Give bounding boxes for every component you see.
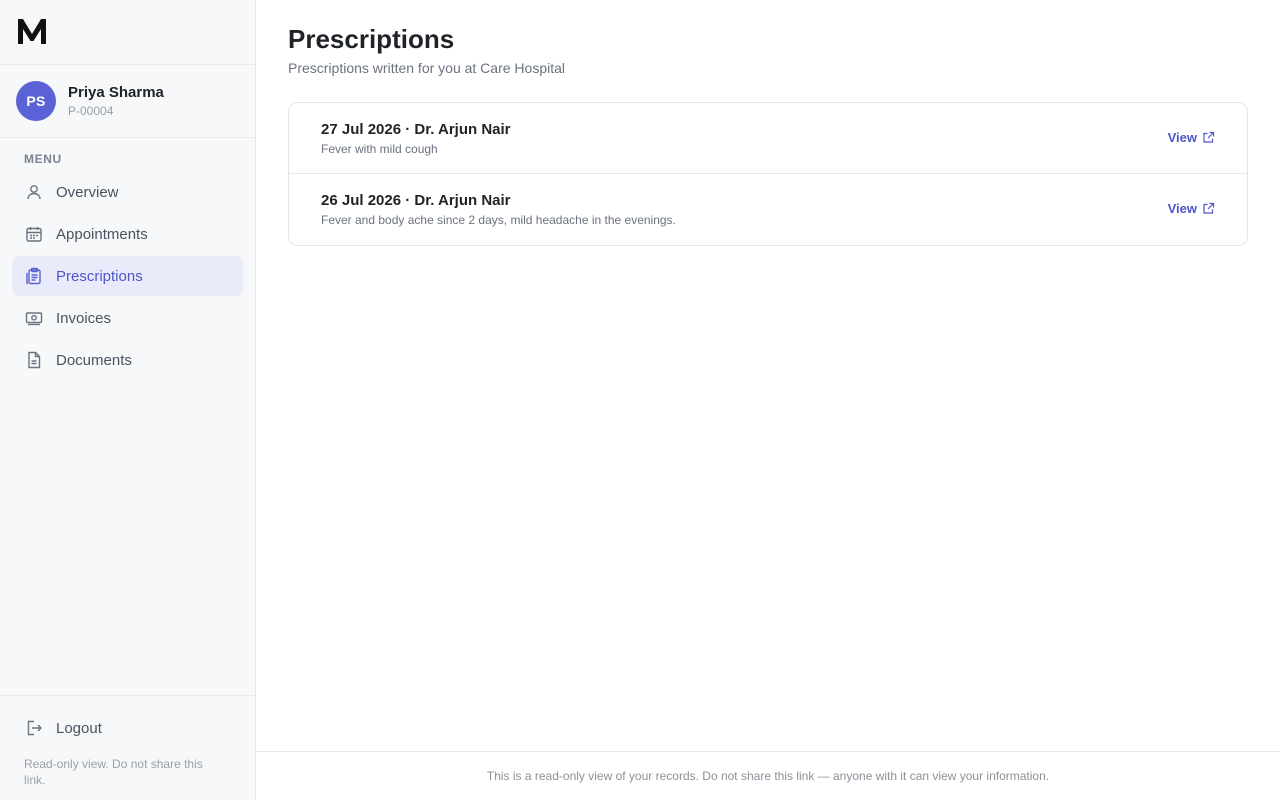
view-prescription-button[interactable]: View xyxy=(1168,130,1215,145)
main-content: Prescriptions Prescriptions written for … xyxy=(256,0,1280,752)
clipboard-icon xyxy=(24,266,44,286)
external-link-icon xyxy=(1203,202,1215,214)
sidebar-item-label: Invoices xyxy=(56,309,112,327)
sidebar-item-appointments[interactable]: Appointments xyxy=(12,214,243,254)
patient-name: Priya Sharma xyxy=(68,83,164,101)
logout-button[interactable]: Logout xyxy=(24,718,102,738)
logout-label: Logout xyxy=(56,719,102,737)
footer-notice: This is a read-only view of your records… xyxy=(256,751,1280,800)
patient-profile: PS Priya Sharma P-00004 xyxy=(0,65,255,138)
prescription-title: 27 Jul 2026 · Dr. Arjun Nair xyxy=(321,121,511,138)
sidebar-item-label: Appointments xyxy=(56,225,148,243)
logout-icon xyxy=(24,718,44,738)
money-icon xyxy=(24,308,44,328)
external-link-icon xyxy=(1203,131,1215,143)
prescription-description: Fever and body ache since 2 days, mild h… xyxy=(321,213,676,227)
sidebar-item-invoices[interactable]: Invoices xyxy=(12,298,243,338)
calendar-icon xyxy=(24,224,44,244)
sidebar-item-documents[interactable]: Documents xyxy=(12,340,243,380)
prescription-title: 26 Jul 2026 · Dr. Arjun Nair xyxy=(321,192,511,209)
view-prescription-button[interactable]: View xyxy=(1168,201,1215,216)
prescriptions-list: 27 Jul 2026 · Dr. Arjun Nair Fever with … xyxy=(288,102,1248,246)
view-label: View xyxy=(1167,201,1197,216)
sidebar-item-overview[interactable]: Overview xyxy=(12,172,243,212)
page-subtitle: Prescriptions written for you at Care Ho… xyxy=(288,60,565,76)
view-label: View xyxy=(1167,130,1197,145)
list-item: 26 Jul 2026 · Dr. Arjun Nair Fever and b… xyxy=(289,174,1247,245)
sidebar: PS Priya Sharma P-00004 MENU Overview Ap… xyxy=(0,0,256,800)
sidebar-item-label: Prescriptions xyxy=(56,267,143,285)
sidebar-nav: Overview Appointments Prescriptions Invo… xyxy=(0,172,255,380)
user-icon xyxy=(24,182,44,202)
avatar: PS xyxy=(16,81,56,121)
sidebar-footer: Logout Read-only view. Do not share this… xyxy=(0,695,255,800)
menu-heading: MENU xyxy=(24,152,62,166)
prescription-description: Fever with mild cough xyxy=(321,142,438,156)
page-title: Prescriptions xyxy=(288,24,455,54)
read-only-note: Read-only view. Do not share this link. xyxy=(24,757,203,787)
logo-icon[interactable] xyxy=(17,16,47,46)
sidebar-item-label: Documents xyxy=(56,351,132,369)
patient-id: P-00004 xyxy=(68,103,114,118)
document-icon xyxy=(24,350,44,370)
logo-area xyxy=(0,0,255,65)
list-item: 27 Jul 2026 · Dr. Arjun Nair Fever with … xyxy=(289,103,1247,174)
sidebar-item-prescriptions[interactable]: Prescriptions xyxy=(12,256,243,296)
sidebar-item-label: Overview xyxy=(56,183,119,201)
